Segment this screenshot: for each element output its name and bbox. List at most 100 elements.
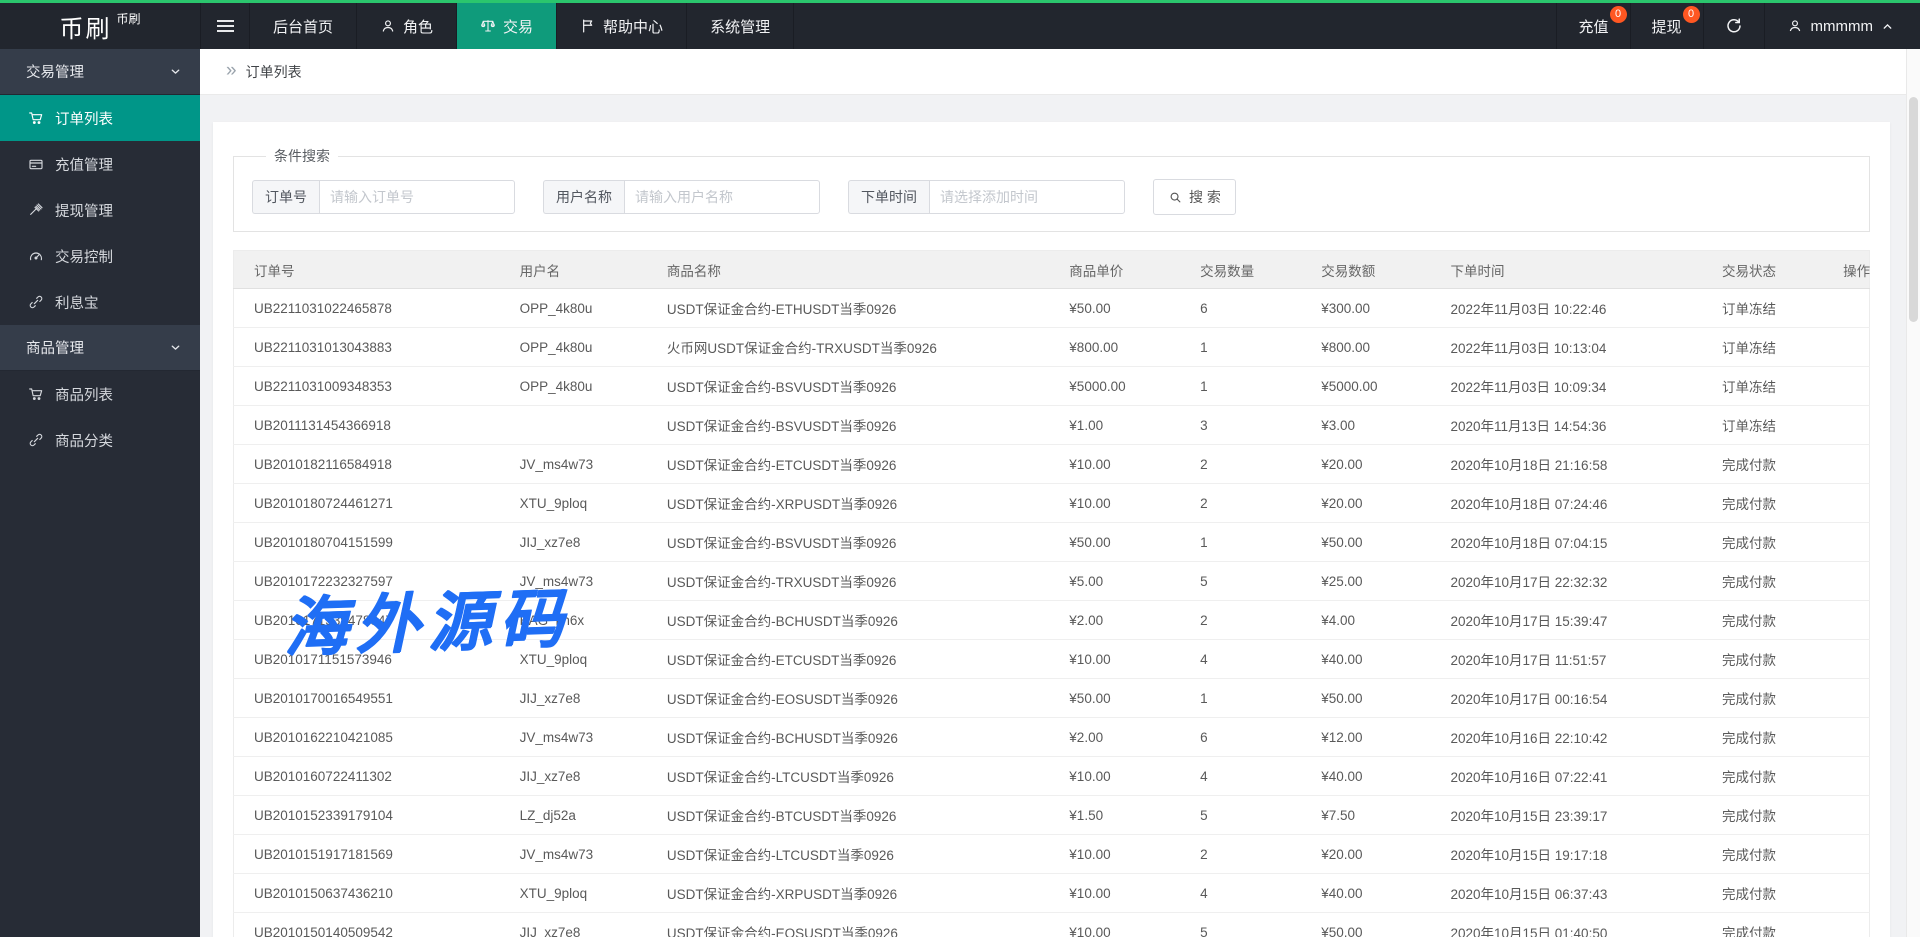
cell-status: 完成付款: [1714, 718, 1835, 757]
nav-tab-label: 系统管理: [710, 16, 770, 37]
cell-order-no: UB2010162210421085: [234, 718, 512, 757]
cell-action: [1835, 718, 1869, 757]
cell-order-time: 2020年10月15日 23:39:17: [1442, 796, 1714, 835]
search-panel-legend: 条件搜索: [266, 146, 338, 166]
vertical-scrollbar[interactable]: [1906, 49, 1920, 937]
cell-quantity: 2: [1192, 601, 1313, 640]
table-row: UB2010180704151599JIJ_xz7e8USDT保证金合约-BSV…: [234, 523, 1870, 562]
cell-action: [1835, 484, 1869, 523]
cell-amount: ¥7.50: [1313, 796, 1442, 835]
cell-action: [1835, 913, 1869, 937]
sidebar-toggle-button[interactable]: [200, 3, 250, 49]
cell-username: XTU_9ploq: [512, 640, 659, 679]
cell-username: JIJ_xz7e8: [512, 913, 659, 937]
cell-unit-price: ¥10.00: [1061, 913, 1192, 937]
cell-order-no: UB2010180724461271: [234, 484, 512, 523]
table-row: UB2010172232327597JV_ms4w73USDT保证金合约-TRX…: [234, 562, 1870, 601]
cell-product-name: USDT保证金合约-BSVUSDT当季0926: [659, 523, 1061, 562]
cell-username: JIJ_xz7e8: [512, 757, 659, 796]
top-navbar: 币刷 币刷 后台首页角色交易帮助中心系统管理 充值 0 提现 0: [0, 3, 1920, 49]
sidebar-item-withdraw-manage[interactable]: 提现管理: [0, 187, 200, 233]
cell-order-no: UB2011131454366918: [234, 406, 512, 445]
cell-status: 完成付款: [1714, 796, 1835, 835]
nav-tab-label: 后台首页: [273, 16, 333, 37]
nav-tab-system[interactable]: 系统管理: [687, 3, 794, 49]
sidebar-group-trade-manage[interactable]: 交易管理: [0, 49, 200, 95]
withdraw-button[interactable]: 提现 0: [1630, 3, 1703, 49]
cell-unit-price: ¥10.00: [1061, 874, 1192, 913]
cell-amount: ¥12.00: [1313, 718, 1442, 757]
table-row: UB2010162210421085JV_ms4w73USDT保证金合约-BCH…: [234, 718, 1870, 757]
cell-order-time: 2020年10月15日 06:37:43: [1442, 874, 1714, 913]
col-header-action: 操作: [1835, 251, 1869, 289]
table-row: UB2211031013043883OPP_4k80u火币网USDT保证金合约-…: [234, 328, 1870, 367]
user-menu[interactable]: mmmmm: [1764, 3, 1920, 49]
cell-amount: ¥4.00: [1313, 601, 1442, 640]
cell-status: 完成付款: [1714, 913, 1835, 937]
field-label-order-no: 订单号: [252, 180, 319, 214]
refresh-button[interactable]: [1703, 3, 1764, 49]
cell-order-time: 2020年10月17日 22:32:32: [1442, 562, 1714, 601]
cell-quantity: 2: [1192, 445, 1313, 484]
search-icon: [1168, 190, 1183, 205]
field-label-user-name: 用户名称: [543, 180, 624, 214]
cell-status: 订单冻结: [1714, 367, 1835, 406]
cell-action: [1835, 640, 1869, 679]
cell-amount: ¥50.00: [1313, 913, 1442, 937]
sidebar-item-goods-list[interactable]: 商品列表: [0, 371, 200, 417]
field-input-user-name[interactable]: [624, 180, 820, 214]
sidebar-item-label: 订单列表: [55, 108, 113, 129]
field-input-order-time[interactable]: [929, 180, 1125, 214]
scrollbar-thumb[interactable]: [1909, 97, 1918, 322]
table-row: UB2211031022465878OPP_4k80uUSDT保证金合约-ETH…: [234, 289, 1870, 328]
cell-unit-price: ¥5000.00: [1061, 367, 1192, 406]
sidebar-item-interest-treasure[interactable]: 利息宝: [0, 279, 200, 325]
cell-status: 完成付款: [1714, 445, 1835, 484]
sidebar-item-goods-category[interactable]: 商品分类: [0, 417, 200, 463]
cell-order-time: 2020年11月13日 14:54:36: [1442, 406, 1714, 445]
orders-table: 订单号用户名商品名称商品单价交易数量交易数额下单时间交易状态操作UB221103…: [233, 250, 1870, 937]
cell-quantity: 5: [1192, 913, 1313, 937]
table-row: UB2010180724461271XTU_9ploqUSDT保证金合约-XRP…: [234, 484, 1870, 523]
cell-username: JV_ms4w73: [512, 562, 659, 601]
cell-status: 订单冻结: [1714, 289, 1835, 328]
sidebar-item-recharge-manage[interactable]: 充值管理: [0, 141, 200, 187]
cell-product-name: USDT保证金合约-BCHUSDT当季0926: [659, 718, 1061, 757]
cell-order-no: UB2010172232327597: [234, 562, 512, 601]
cell-order-no: UB2211031013043883: [234, 328, 512, 367]
recharge-button[interactable]: 充值 0: [1556, 3, 1629, 49]
sidebar-item-trade-control[interactable]: 交易控制: [0, 233, 200, 279]
col-header-username: 用户名: [512, 251, 659, 289]
cell-status: 完成付款: [1714, 484, 1835, 523]
col-header-status: 交易状态: [1714, 251, 1835, 289]
nav-tab-home[interactable]: 后台首页: [250, 3, 357, 49]
cell-action: [1835, 328, 1869, 367]
search-button[interactable]: 搜 索: [1153, 179, 1236, 215]
cell-order-no: UB2211031009348353: [234, 367, 512, 406]
cell-action: [1835, 406, 1869, 445]
sidebar-group-goods-manage[interactable]: 商品管理: [0, 325, 200, 371]
nav-tab-roles[interactable]: 角色: [357, 3, 457, 49]
nav-tab-trade[interactable]: 交易: [457, 3, 557, 49]
cell-status: 完成付款: [1714, 679, 1835, 718]
sidebar-item-order-list[interactable]: 订单列表: [0, 95, 200, 141]
search-field-order-time: 下单时间: [848, 180, 1125, 214]
cell-unit-price: ¥10.00: [1061, 835, 1192, 874]
search-field-user-name: 用户名称: [543, 180, 820, 214]
cell-unit-price: ¥50.00: [1061, 523, 1192, 562]
cell-amount: ¥20.00: [1313, 445, 1442, 484]
user-icon: [380, 18, 396, 34]
cell-unit-price: ¥2.00: [1061, 718, 1192, 757]
cell-product-name: 火币网USDT保证金合约-TRXUSDT当季0926: [659, 328, 1061, 367]
sidebar-item-label: 商品分类: [55, 430, 113, 451]
table-row: UB2010150637436210XTU_9ploqUSDT保证金合约-XRP…: [234, 874, 1870, 913]
cell-unit-price: ¥10.00: [1061, 484, 1192, 523]
page-title: 订单列表: [246, 62, 302, 82]
cell-product-name: USDT保证金合约-LTCUSDT当季0926: [659, 757, 1061, 796]
nav-tab-help[interactable]: 帮助中心: [557, 3, 687, 49]
cell-action: [1835, 835, 1869, 874]
field-input-order-no[interactable]: [319, 180, 515, 214]
cell-amount: ¥800.00: [1313, 328, 1442, 367]
refresh-icon: [1725, 17, 1743, 35]
table-row: UB2211031009348353OPP_4k80uUSDT保证金合约-BSV…: [234, 367, 1870, 406]
